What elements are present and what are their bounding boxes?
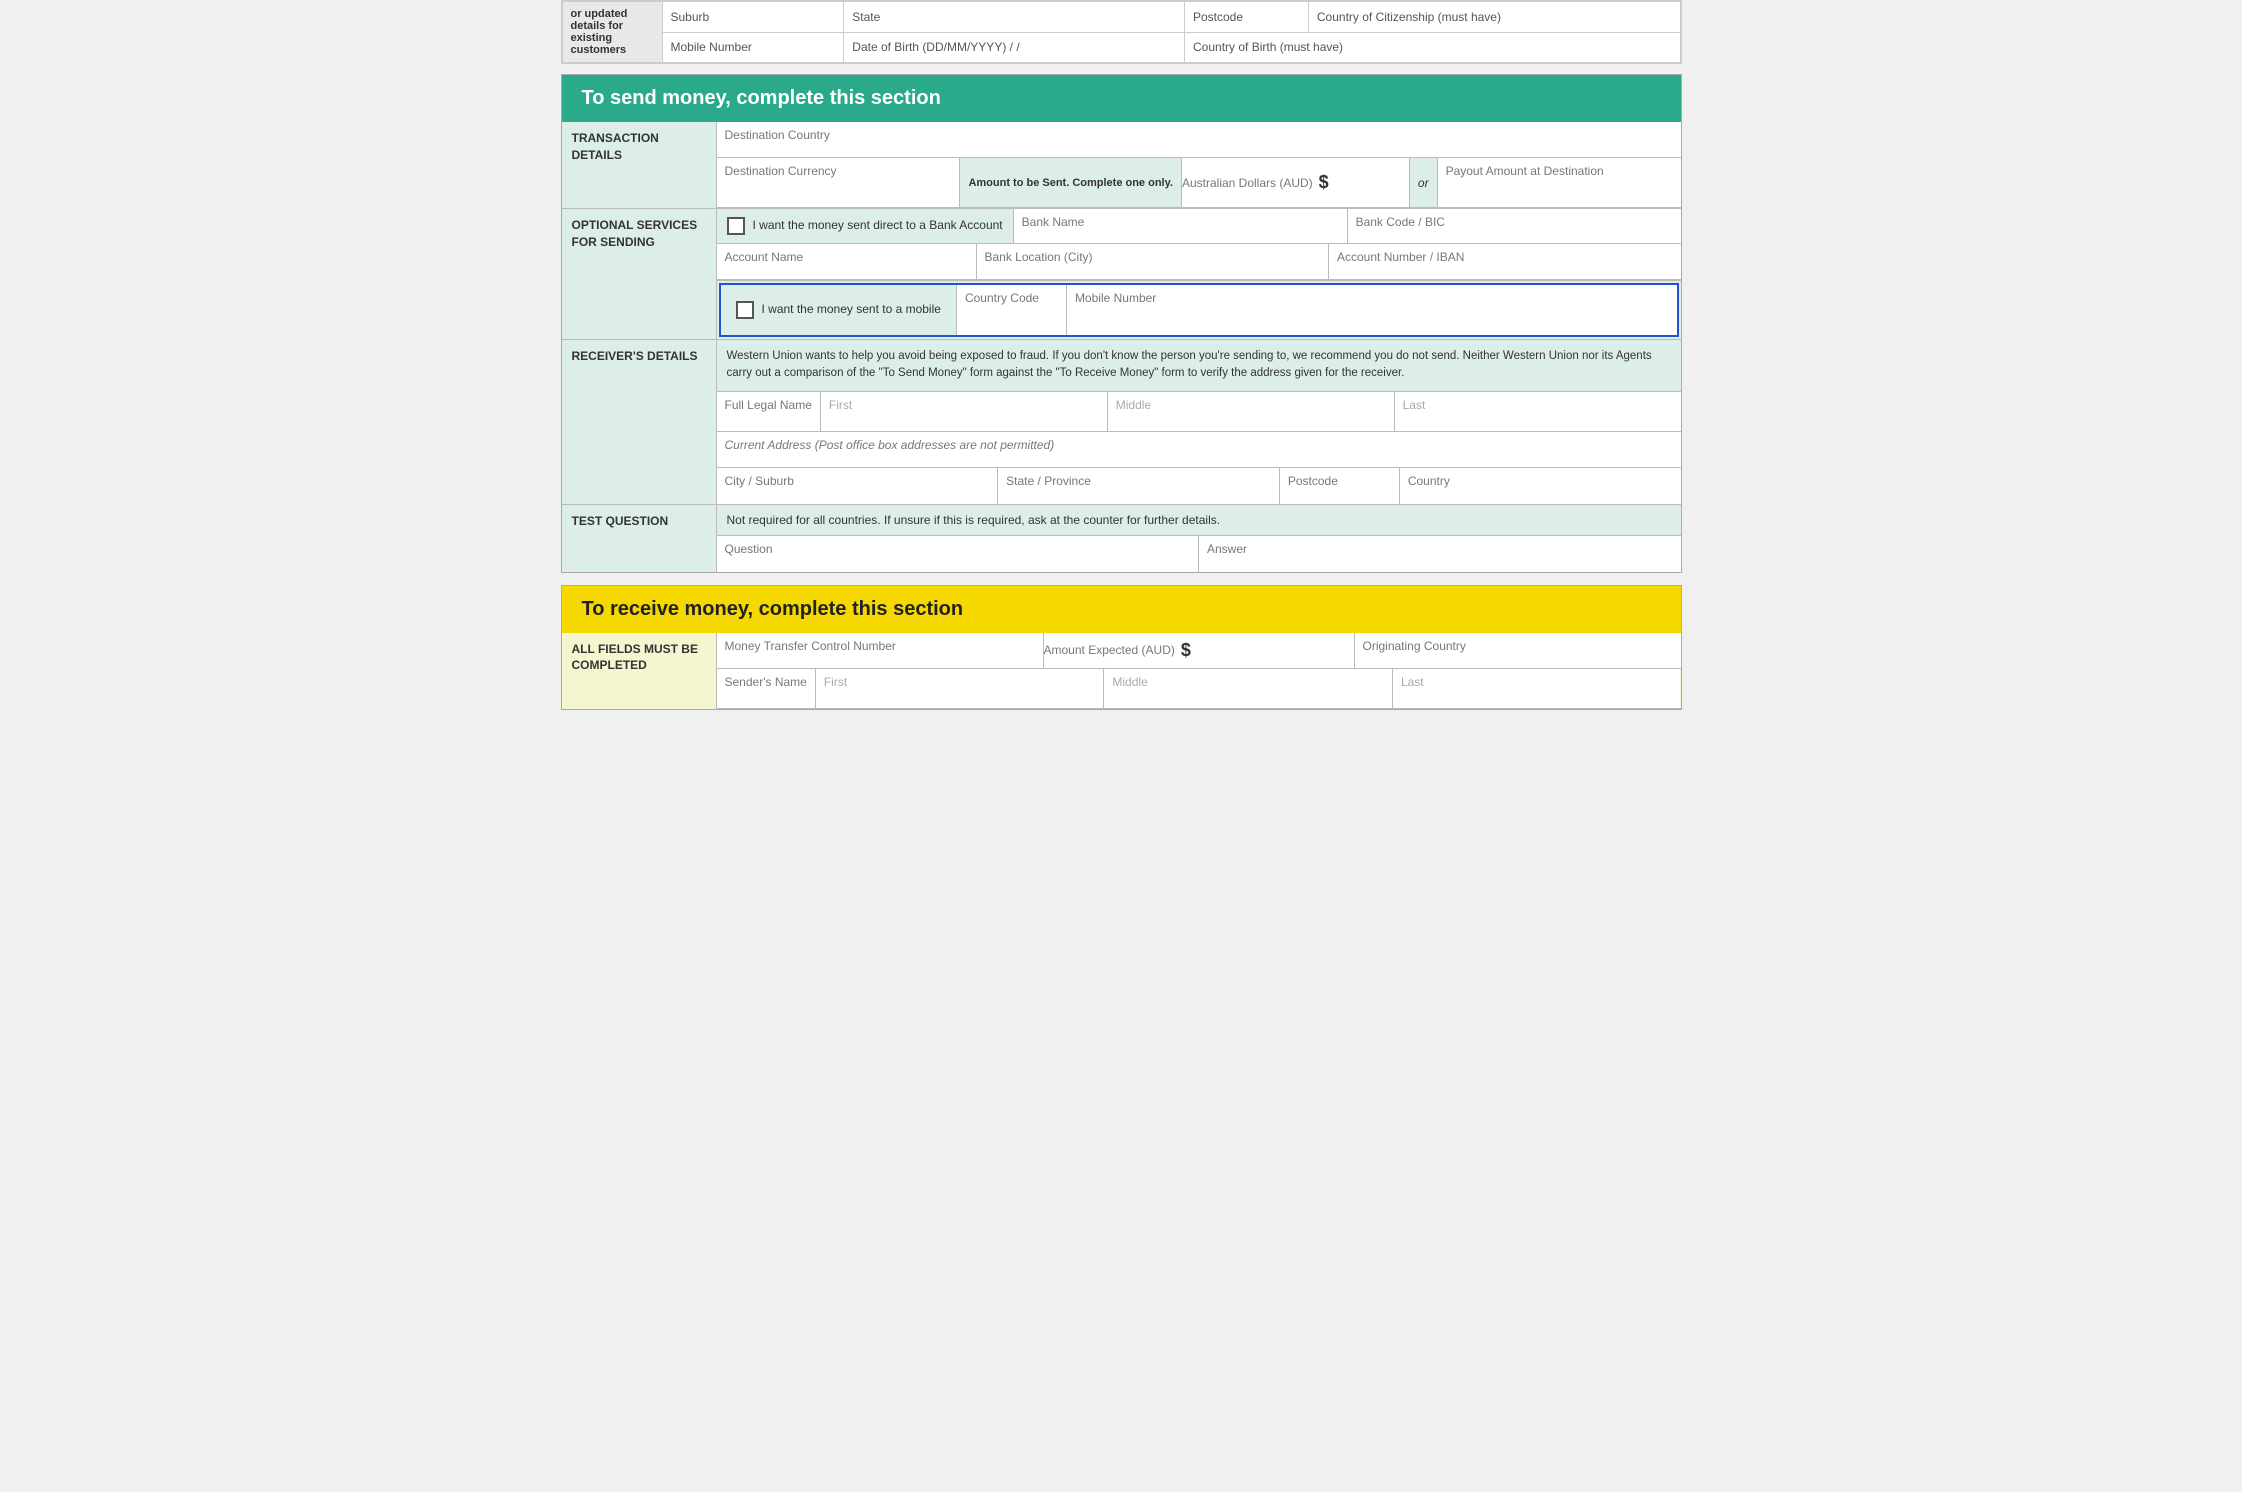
full-legal-name-label: Full Legal Name (717, 392, 821, 431)
bank-checkbox[interactable] (727, 217, 745, 235)
destination-country-row: Destination Country (717, 122, 1681, 158)
receive-dollar-sign: $ (1175, 640, 1197, 661)
dollar-sign: $ (1313, 172, 1335, 193)
test-question-row: TEST QUESTION Not required for all count… (562, 505, 1681, 572)
mobile-number-field[interactable]: Mobile Number (1067, 285, 1677, 335)
transaction-details-row: TRANSACTION DETAILS Destination Country … (562, 122, 1681, 209)
current-address-field[interactable]: Current Address (Post office box address… (717, 432, 1681, 468)
receive-money-section: To receive money, complete this section … (561, 585, 1682, 710)
send-section-header: To send money, complete this section (562, 75, 1681, 122)
full-legal-name-row: Full Legal Name First Middle Last (717, 392, 1681, 432)
citizenship-field[interactable]: Country of Citizenship (must have) (1308, 2, 1680, 33)
postcode-field[interactable]: Postcode (1280, 468, 1400, 504)
bank-checkbox-area: I want the money sent direct to a Bank A… (717, 209, 1014, 243)
sender-last-field[interactable]: Last (1393, 669, 1681, 708)
existing-customers-section: or updated details for existing customer… (561, 0, 1682, 64)
originating-country-field[interactable]: Originating Country (1355, 633, 1681, 668)
answer-field[interactable]: Answer (1199, 536, 1681, 572)
transaction-content: Destination Country Destination Currency… (717, 122, 1681, 208)
receive-all-fields-row: All fields must be completed Money Trans… (562, 633, 1681, 709)
receive-fields-content: Money Transfer Control Number Amount Exp… (717, 633, 1681, 709)
test-question-label: TEST QUESTION (562, 505, 717, 572)
optional-services-content: I want the money sent direct to a Bank A… (717, 209, 1681, 339)
amount-expected-field[interactable]: Amount Expected (AUD) $ (1044, 633, 1355, 668)
first-name-field[interactable]: First (821, 392, 1108, 431)
send-section-body: TRANSACTION DETAILS Destination Country … (562, 122, 1681, 572)
payout-amount-field[interactable]: Payout Amount at Destination (1438, 158, 1681, 207)
sender-middle-field[interactable]: Middle (1104, 669, 1393, 708)
send-money-section: To send money, complete this section TRA… (561, 74, 1682, 573)
question-answer-row: Question Answer (717, 536, 1681, 572)
location-row: City / Suburb State / Province Postcode … (717, 468, 1681, 504)
suburb-field[interactable]: Suburb (662, 2, 844, 33)
senders-name-label: Sender's Name (717, 669, 816, 708)
destination-country-field[interactable]: Destination Country (717, 122, 1681, 157)
account-number-field[interactable]: Account Number / IBAN (1329, 244, 1681, 279)
aud-label: Australian Dollars (AUD) (1182, 170, 1313, 196)
mobile-checkbox-area: I want the money sent to a mobile (721, 285, 957, 335)
currency-amount-row: Destination Currency Amount to be Sent. … (717, 158, 1681, 208)
state-field[interactable]: State (844, 2, 1185, 33)
receive-section-header: To receive money, complete this section (562, 586, 1681, 633)
transaction-label: TRANSACTION DETAILS (562, 122, 717, 208)
sender-first-field[interactable]: First (816, 669, 1105, 708)
middle-name-field[interactable]: Middle (1108, 392, 1395, 431)
mtcn-row: Money Transfer Control Number Amount Exp… (717, 633, 1681, 669)
senders-name-row: Sender's Name First Middle Last (717, 669, 1681, 709)
bank-account-section: I want the money sent direct to a Bank A… (717, 209, 1681, 281)
last-name-field[interactable]: Last (1395, 392, 1681, 431)
bank-code-field[interactable]: Bank Code / BIC (1348, 209, 1681, 243)
dob-field[interactable]: Date of Birth (DD/MM/YYYY) / / (844, 32, 1185, 63)
postcode-field[interactable]: Postcode (1185, 2, 1309, 33)
mobile-field[interactable]: Mobile Number (662, 32, 844, 63)
mobile-checkbox[interactable] (736, 301, 754, 319)
customer-details-table: or updated details for existing customer… (562, 1, 1681, 63)
existing-customers-label: or updated details for existing customer… (562, 2, 662, 63)
mobile-row: I want the money sent to a mobile Countr… (721, 285, 1677, 335)
country-field[interactable]: Country (1400, 468, 1681, 504)
optional-services-row: OPTIONAL SERVICES FOR SENDING I want the… (562, 209, 1681, 340)
optional-services-label: OPTIONAL SERVICES FOR SENDING (562, 209, 717, 339)
bank-location-field[interactable]: Bank Location (City) (977, 244, 1330, 279)
page: or updated details for existing customer… (561, 0, 1682, 710)
test-question-content: Not required for all countries. If unsur… (717, 505, 1681, 572)
amount-expected-label: Amount Expected (AUD) (1044, 637, 1175, 663)
account-name-field[interactable]: Account Name (717, 244, 977, 279)
aud-amount-field[interactable]: Australian Dollars (AUD) $ (1182, 158, 1410, 207)
destination-currency-field[interactable]: Destination Currency (717, 158, 961, 207)
amount-label: Amount to be Sent. Complete one only. (960, 158, 1182, 207)
receiver-warning: Western Union wants to help you avoid be… (717, 340, 1681, 392)
receivers-details-row: RECEIVER'S DETAILS Western Union wants t… (562, 340, 1681, 505)
receivers-label: RECEIVER'S DETAILS (562, 340, 717, 504)
all-fields-label: All fields must be completed (562, 633, 717, 709)
city-suburb-field[interactable]: City / Suburb (717, 468, 999, 504)
bank-name-field[interactable]: Bank Name (1014, 209, 1348, 243)
bank-checkbox-label: I want the money sent direct to a Bank A… (753, 218, 1003, 234)
receivers-content: Western Union wants to help you avoid be… (717, 340, 1681, 504)
question-field[interactable]: Question (717, 536, 1200, 572)
mtcn-field[interactable]: Money Transfer Control Number (717, 633, 1044, 668)
or-label: or (1410, 158, 1438, 207)
state-province-field[interactable]: State / Province (998, 468, 1280, 504)
mobile-fields: Country Code Mobile Number (957, 285, 1677, 335)
country-of-birth-field[interactable]: Country of Birth (must have) (1185, 32, 1681, 63)
test-note: Not required for all countries. If unsur… (717, 505, 1681, 536)
country-code-field[interactable]: Country Code (957, 285, 1067, 335)
mobile-section: I want the money sent to a mobile Countr… (719, 283, 1679, 337)
mobile-checkbox-label: I want the money sent to a mobile (762, 302, 941, 318)
receive-section-body: All fields must be completed Money Trans… (562, 633, 1681, 709)
